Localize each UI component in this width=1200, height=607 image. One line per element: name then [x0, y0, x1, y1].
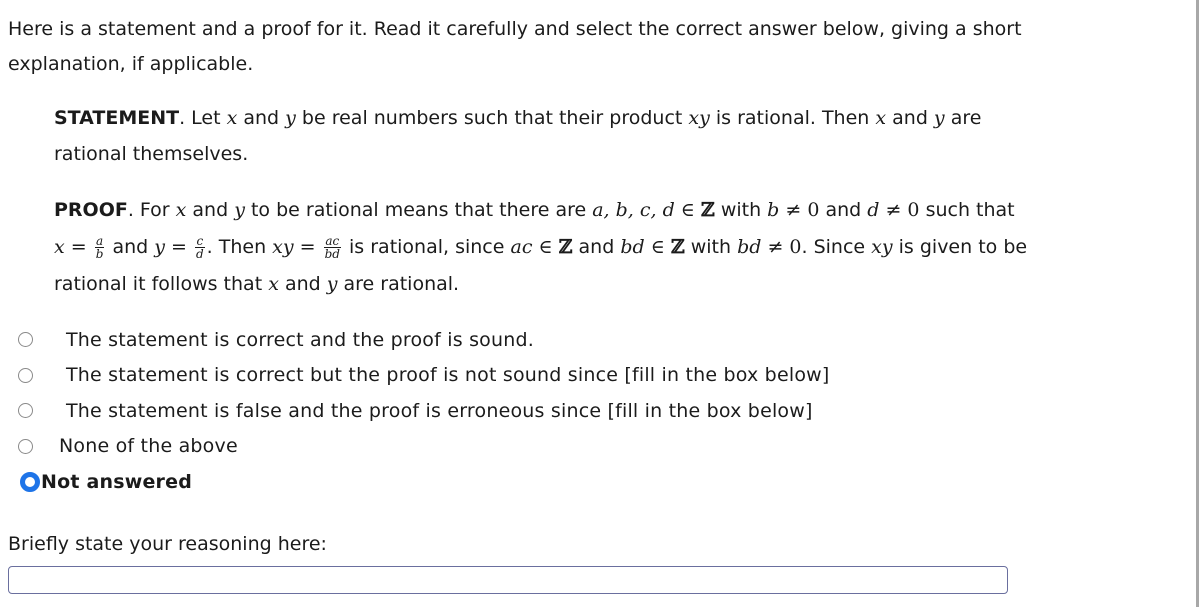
math-integers: ℤ [670, 236, 685, 258]
math-x: x [268, 273, 279, 295]
instructions: Here is a statement and a proof for it. … [8, 12, 1158, 82]
proof-text: such that [919, 199, 1015, 221]
fraction-denominator: b [95, 247, 104, 261]
option-label[interactable]: None of the above [59, 435, 238, 457]
answer-options: The statement is correct and the proof i… [0, 322, 1000, 500]
statement-block: STATEMENT. Let x and y be real numbers s… [54, 100, 1154, 172]
proof-label: PROOF [54, 199, 128, 221]
proof-text: . Then [206, 236, 273, 258]
math-d: d [867, 199, 880, 221]
proof-text: with [684, 236, 738, 258]
proof-text: is given to be [892, 236, 1028, 258]
proof-text: to be rational means that there are [244, 199, 593, 221]
statement-text: rational themselves. [54, 143, 249, 165]
math-xy: xy [688, 107, 710, 129]
statement-text: be real numbers such that their product [295, 107, 689, 129]
math-y: y [933, 107, 945, 129]
radio-button[interactable] [18, 367, 33, 383]
radio-button[interactable] [18, 332, 33, 348]
option-label[interactable]: The statement is correct but the proof i… [66, 364, 830, 386]
math-equals: = [293, 236, 322, 258]
math-xy: xy [272, 236, 294, 258]
proof-text: . For [127, 199, 176, 221]
math-x: x [226, 107, 238, 129]
proof-block: PROOF. For x and y to be rational means … [54, 192, 1174, 303]
proof-text: are rational. [337, 273, 460, 295]
radio-button[interactable] [18, 438, 33, 454]
math-y: y [154, 236, 165, 258]
proof-text: and [572, 236, 621, 258]
statement-label: STATEMENT [54, 107, 180, 129]
math-b: b [767, 199, 780, 221]
math-bd: bd [620, 236, 645, 258]
math-neq-zero: ≠ 0 [761, 236, 802, 258]
math-ac: ac [510, 236, 533, 258]
statement-text: . Let [179, 107, 227, 129]
math-vars: a, b, c, d [592, 199, 675, 221]
math-integers: ℤ [700, 199, 715, 221]
fraction-denominator: d [195, 247, 204, 261]
math-y: y [234, 199, 245, 221]
math-in: ∈ [532, 236, 559, 258]
radio-button-selected[interactable] [20, 471, 40, 492]
statement-text: are [944, 107, 982, 129]
option-not-answered[interactable]: Not answered [0, 464, 1000, 500]
proof-text: rational it follows that [54, 273, 269, 295]
radio-button[interactable] [18, 403, 33, 419]
fraction-c-over-d: cd [194, 235, 205, 261]
math-x: x [54, 236, 65, 258]
math-neq-zero: ≠ 0 [779, 199, 820, 221]
math-y: y [326, 273, 338, 295]
option-label[interactable]: The statement is correct and the proof i… [66, 329, 534, 351]
math-x: x [175, 199, 187, 221]
math-bd: bd [737, 236, 762, 258]
proof-text: and [278, 273, 327, 295]
option-none-of-the-above[interactable]: None of the above [0, 429, 1000, 465]
math-in: ∈ [644, 236, 671, 258]
math-neq-zero: ≠ 0 [879, 199, 920, 221]
math-in: ∈ [674, 199, 701, 221]
proof-text: and [186, 199, 235, 221]
proof-text: and [819, 199, 868, 221]
option-false-erroneous[interactable]: The statement is false and the proof is … [0, 393, 1000, 429]
statement-text: is rational. Then [709, 107, 876, 129]
math-integers: ℤ [558, 236, 573, 258]
option-correct-sound[interactable]: The statement is correct and the proof i… [0, 322, 1000, 358]
proof-text: is rational, since [342, 236, 511, 258]
fraction-ac-over-bd: ac bd [323, 235, 341, 261]
option-label[interactable]: Not answered [41, 471, 192, 493]
reasoning-label: Briefly state your reasoning here: [8, 533, 327, 555]
reasoning-input[interactable] [8, 566, 1008, 594]
math-xy: xy [871, 236, 893, 258]
fraction-denominator: bd [324, 247, 340, 261]
proof-text: with [714, 199, 768, 221]
fraction-a-over-b: ab [94, 235, 105, 261]
proof-text: . Since [801, 236, 872, 258]
math-x: x [875, 107, 887, 129]
math-equals: = [64, 236, 93, 258]
proof-text: and [106, 236, 155, 258]
option-label[interactable]: The statement is false and the proof is … [66, 400, 813, 422]
instructions-line-1: Here is a statement and a proof for it. … [8, 18, 1022, 40]
math-equals: = [164, 236, 193, 258]
instructions-line-2: explanation, if applicable. [8, 53, 254, 75]
math-y: y [285, 107, 296, 129]
statement-text: and [237, 107, 286, 129]
option-correct-not-sound[interactable]: The statement is correct but the proof i… [0, 358, 1000, 394]
page-edge-divider [1196, 0, 1199, 607]
statement-text: and [886, 107, 934, 129]
